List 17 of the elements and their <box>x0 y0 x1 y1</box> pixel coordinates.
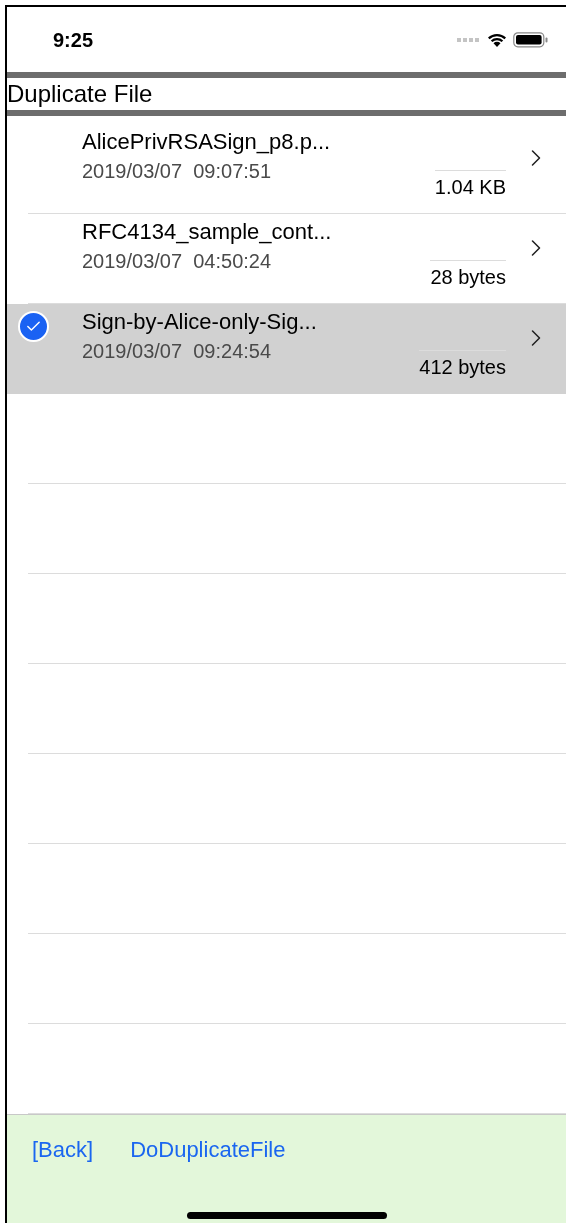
wifi-icon <box>487 32 507 47</box>
file-name: RFC4134_sample_cont... <box>82 218 333 246</box>
file-date: 2019/03/07 04:50:24 <box>82 249 273 274</box>
file-name: AlicePrivRSASign_p8.p... <box>82 128 332 156</box>
file-size: 1.04 KB <box>434 170 506 200</box>
file-name: Sign-by-Alice-only-Sig... <box>82 308 318 336</box>
battery-icon <box>513 31 548 48</box>
file-date: 2019/03/07 09:07:51 <box>82 159 273 184</box>
file-date: 2019/03/07 09:24:54 <box>82 339 273 364</box>
status-time: 9:25 <box>53 27 94 53</box>
signal-icon <box>457 36 481 43</box>
screen-title: Duplicate File <box>7 82 153 106</box>
toolbar-button[interactable]: DoDuplicateFile <box>130 1133 286 1166</box>
file-row[interactable]: Sign-by-Alice-only-Sig... 2019/03/07 09:24:54 412 bytes <box>7 304 566 394</box>
file-size: 412 bytes <box>419 350 506 380</box>
toolbar-button[interactable]: [Back] <box>32 1133 94 1166</box>
file-size: 28 bytes <box>430 260 506 290</box>
